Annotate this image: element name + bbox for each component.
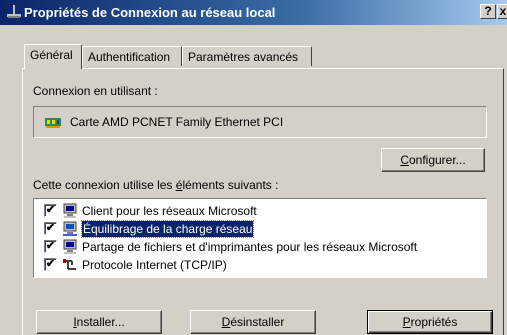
tab-general[interactable]: Général [24,44,82,69]
components-header-end: léments suivants : [182,178,279,192]
components-header-start: Cette connexion utilise les [33,178,176,192]
item-label: Protocole Internet (TCP/IP) [82,258,227,272]
item-checkbox[interactable]: ✔ [44,204,57,217]
configure-label: onfigurer... [408,153,466,167]
configure-button[interactable]: Configurer... [381,148,485,172]
list-item-selected[interactable]: ✔ Équilibrage de la charge réseau [38,220,478,238]
install-label: nstaller... [76,315,125,329]
configure-access-key: C [400,153,409,167]
list-item[interactable]: ✔ Protocole Internet (TCP/IP) [38,257,478,273]
list-item[interactable]: ✔ Client pour les réseaux Microsoft [38,203,478,219]
connect-using-label: Connexion en utilisant : [33,84,158,98]
item-checkbox[interactable]: ✔ [44,240,57,253]
tab-advanced[interactable]: Paramètres avancés [182,46,312,66]
properties-label: ropriétés [410,315,458,329]
network-load-balancing-icon [63,221,77,236]
uninstall-access-key: D [221,315,231,329]
file-printer-sharing-icon [63,239,77,254]
network-client-icon [63,203,77,218]
components-list[interactable]: ✔ Client pour les réseaux Microsoft ✔ Éq… [33,198,487,278]
install-button[interactable]: Installer... [36,310,162,334]
network-adapter-icon [45,118,61,128]
uninstall-button[interactable]: Désinstaller [190,310,316,334]
components-header: Cette connexion utilise les éléments sui… [33,178,278,192]
item-label: Équilibrage de la charge réseau [80,220,255,238]
item-label: Client pour les réseaux Microsoft [82,204,257,218]
adapter-box: Carte AMD PCNET Family Ethernet PCI [33,106,487,138]
adapter-name: Carte AMD PCNET Family Ethernet PCI [70,115,284,129]
properties-button[interactable]: Propriétés [367,310,493,334]
uninstall-label: ésinstaller [230,315,285,329]
item-checkbox[interactable]: ✔ [44,222,57,235]
tab-authentication[interactable]: Authentification [82,46,182,66]
tcp-ip-protocol-icon [63,259,76,270]
item-label: Partage de fichiers et d'imprimantes pou… [82,240,418,254]
item-checkbox[interactable]: ✔ [44,258,57,271]
help-button[interactable]: ? [480,4,496,19]
network-connection-icon [7,5,21,18]
title-bar[interactable]: Propriétés de Connexion au réseau local … [0,0,507,25]
window-title: Propriétés de Connexion au réseau local [24,5,276,20]
close-button[interactable]: x [497,4,507,19]
properties-access-key: P [402,315,411,329]
list-item[interactable]: ✔ Partage de fichiers et d'imprimantes p… [38,239,478,255]
